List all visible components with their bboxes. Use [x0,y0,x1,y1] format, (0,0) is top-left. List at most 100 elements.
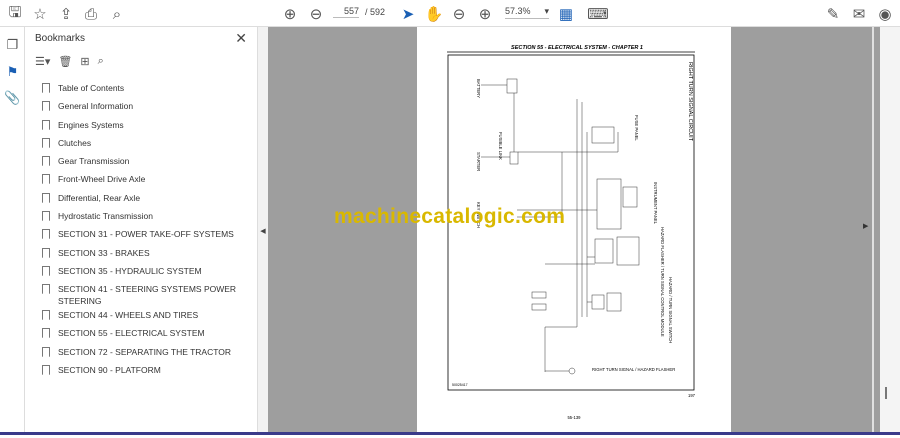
bookmark-label: SECTION 72 - SEPARATING THE TRACTOR [58,347,232,357]
module-label: HAZARD FLASHER / TURN SIGNAL CONTROL MOD… [660,227,665,337]
bookmark-icon [42,328,50,338]
attachments-icon[interactable]: 📎 [4,90,20,105]
bookmark-icon [42,347,50,357]
bookmark-icon [42,211,50,221]
save-icon[interactable]: 🖫 [5,4,25,24]
bookmark-icon [42,365,50,375]
bookmark-item[interactable]: Differential, Rear Axle [42,192,252,204]
page-navigator: 557 / 592 [333,6,385,18]
zoom-in-icon[interactable]: ⊕ [475,4,495,24]
page-header: SECTION 55 - ELECTRICAL SYSTEM - CHAPTER… [511,45,643,51]
next-page-icon[interactable]: ⊖︎ [306,4,326,24]
next-page-arrow-icon[interactable]: ▶ [863,222,868,230]
bookmark-icon [42,284,50,294]
bookmarks-icon[interactable]: ⚑ [5,64,20,79]
bookmark-item[interactable]: Hydrostatic Transmission [42,210,252,222]
page-number-input[interactable]: 557 [333,6,359,18]
bookmark-tools: ☰▾ 🗑 ⊞ ⌕ [35,55,104,68]
bookmark-icon [42,266,50,276]
bookmark-item[interactable]: SECTION 72 - SEPARATING THE TRACTOR [42,346,252,358]
figure-number: 197 [688,393,696,398]
bookmark-item[interactable]: SECTION 33 - BRAKES [42,247,252,259]
instrument-panel-label: INSTRUMENT PANEL [653,182,658,225]
bookmark-icon [42,229,50,239]
chevron-down-icon: ▾ [544,6,549,16]
find-bookmark-icon[interactable]: ⌕ [98,55,104,68]
bookmark-label: Front-Wheel Drive Axle [58,174,146,184]
switch-label: HAZARD / TURN SIGNAL SWITCH [668,277,673,343]
lamp-label: RIGHT TURN SIGNAL / HAZARD FLASHER [592,367,675,372]
bookmark-item[interactable]: Clutches [42,137,252,149]
page-total: / 592 [365,7,386,17]
bookmark-icon [42,156,50,166]
bookmark-icon [42,83,50,93]
account-icon[interactable]: ◉ [875,4,895,24]
upload-cloud-icon[interactable]: ⇪ [56,4,76,24]
previous-page-icon[interactable]: ⊕︎ [280,4,300,24]
scrollbar-track[interactable] [872,27,874,435]
bookmark-icon [42,101,50,111]
bookmark-item[interactable]: SECTION 55 - ELECTRICAL SYSTEM [42,327,252,339]
print-icon[interactable]: ⎙ [81,4,101,24]
bookmark-item[interactable]: SECTION 35 - HYDRAULIC SYSTEM [42,265,252,277]
figure-id: 50025417 [452,383,468,387]
fusible-link-label: FUSIBLE LINK [498,132,503,160]
bookmark-label: SECTION 31 - POWER TAKE-OFF SYSTEMS [58,229,234,239]
bookmark-label: Hydrostatic Transmission [58,211,153,221]
panel-title: Bookmarks [35,33,86,44]
fuse-panel-label: FUSE PANEL [634,115,639,141]
page-thumbnails-icon[interactable]: ❐ [5,37,20,52]
bookmark-label: Gear Transmission [58,156,130,166]
starter-label: STARTER [476,152,481,171]
email-icon[interactable]: ✉ [849,4,869,24]
bookmark-item[interactable]: SECTION 90 - PLATFORM [42,364,252,376]
left-rail: ❐ ⚑ 📎 [0,27,25,435]
bookmark-label: Differential, Rear Axle [58,193,141,203]
bookmark-item[interactable]: Table of Contents [42,82,252,94]
scrollbar-thumb[interactable] [885,387,887,399]
zoom-select[interactable]: 57.3% ▾ [505,6,549,19]
battery-label: BATTERY [476,79,481,98]
bookmark-label: Table of Contents [58,83,125,93]
bookmark-item[interactable]: SECTION 41 - STEERING SYSTEMS POWER STEE… [42,283,252,307]
select-cursor-icon[interactable]: ➤ [398,4,418,24]
zoom-out-icon[interactable]: ⊖ [449,4,469,24]
delete-icon[interactable]: 🗑 [58,55,72,68]
bookmark-label: SECTION 35 - HYDRAULIC SYSTEM [58,266,202,276]
scroll-mode-icon[interactable]: ⌨ [587,4,609,24]
pdf-page: SECTION 55 - ELECTRICAL SYSTEM - CHAPTER… [417,27,731,435]
search-icon[interactable]: ⌕ [107,4,127,24]
bookmark-item[interactable]: SECTION 44 - WHEELS AND TIRES [42,309,252,321]
bookmark-icon [42,193,50,203]
collapse-panel-button[interactable]: ◀ [258,27,268,435]
bookmark-item[interactable]: Front-Wheel Drive Axle [42,173,252,185]
bookmark-label: General Information [58,101,134,111]
watermark: machinecatalogic.com [334,205,566,228]
page-number-label: 55-139 [567,415,581,420]
bookmark-item[interactable]: SECTION 31 - POWER TAKE-OFF SYSTEMS [42,228,252,240]
close-icon[interactable]: ✕ [235,30,247,47]
bookmark-icon [42,174,50,184]
options-menu-icon[interactable]: ☰▾ [35,55,50,68]
zoom-value: 57.3% [505,6,531,16]
sign-icon[interactable]: ✎ [823,4,843,24]
bookmark-icon [42,120,50,130]
bookmark-label: SECTION 41 - STEERING SYSTEMS POWER STEE… [58,284,237,306]
circuit-title: RIGHT TURN SIGNAL CIRCUIT [687,62,693,142]
bookmark-star-icon[interactable]: ☆ [30,4,50,24]
bookmark-item[interactable]: Gear Transmission [42,155,252,167]
bookmark-icon [42,310,50,320]
page-fit-icon[interactable]: ▦ [556,4,576,24]
bookmark-label: Engines Systems [58,120,124,130]
new-bookmark-icon[interactable]: ⊞ [80,55,89,68]
bookmark-label: Clutches [58,138,92,148]
bookmark-item[interactable]: General Information [42,100,252,112]
bookmark-label: SECTION 55 - ELECTRICAL SYSTEM [58,328,205,338]
bookmark-icon [42,248,50,258]
bookmark-label: SECTION 44 - WHEELS AND TIRES [58,310,199,320]
hand-tool-icon[interactable]: ✋ [424,4,444,24]
bookmark-icon [42,138,50,148]
right-scrollbar[interactable] [880,27,900,435]
document-view: SECTION 55 - ELECTRICAL SYSTEM - CHAPTER… [268,27,880,435]
bookmark-item[interactable]: Engines Systems [42,119,252,131]
